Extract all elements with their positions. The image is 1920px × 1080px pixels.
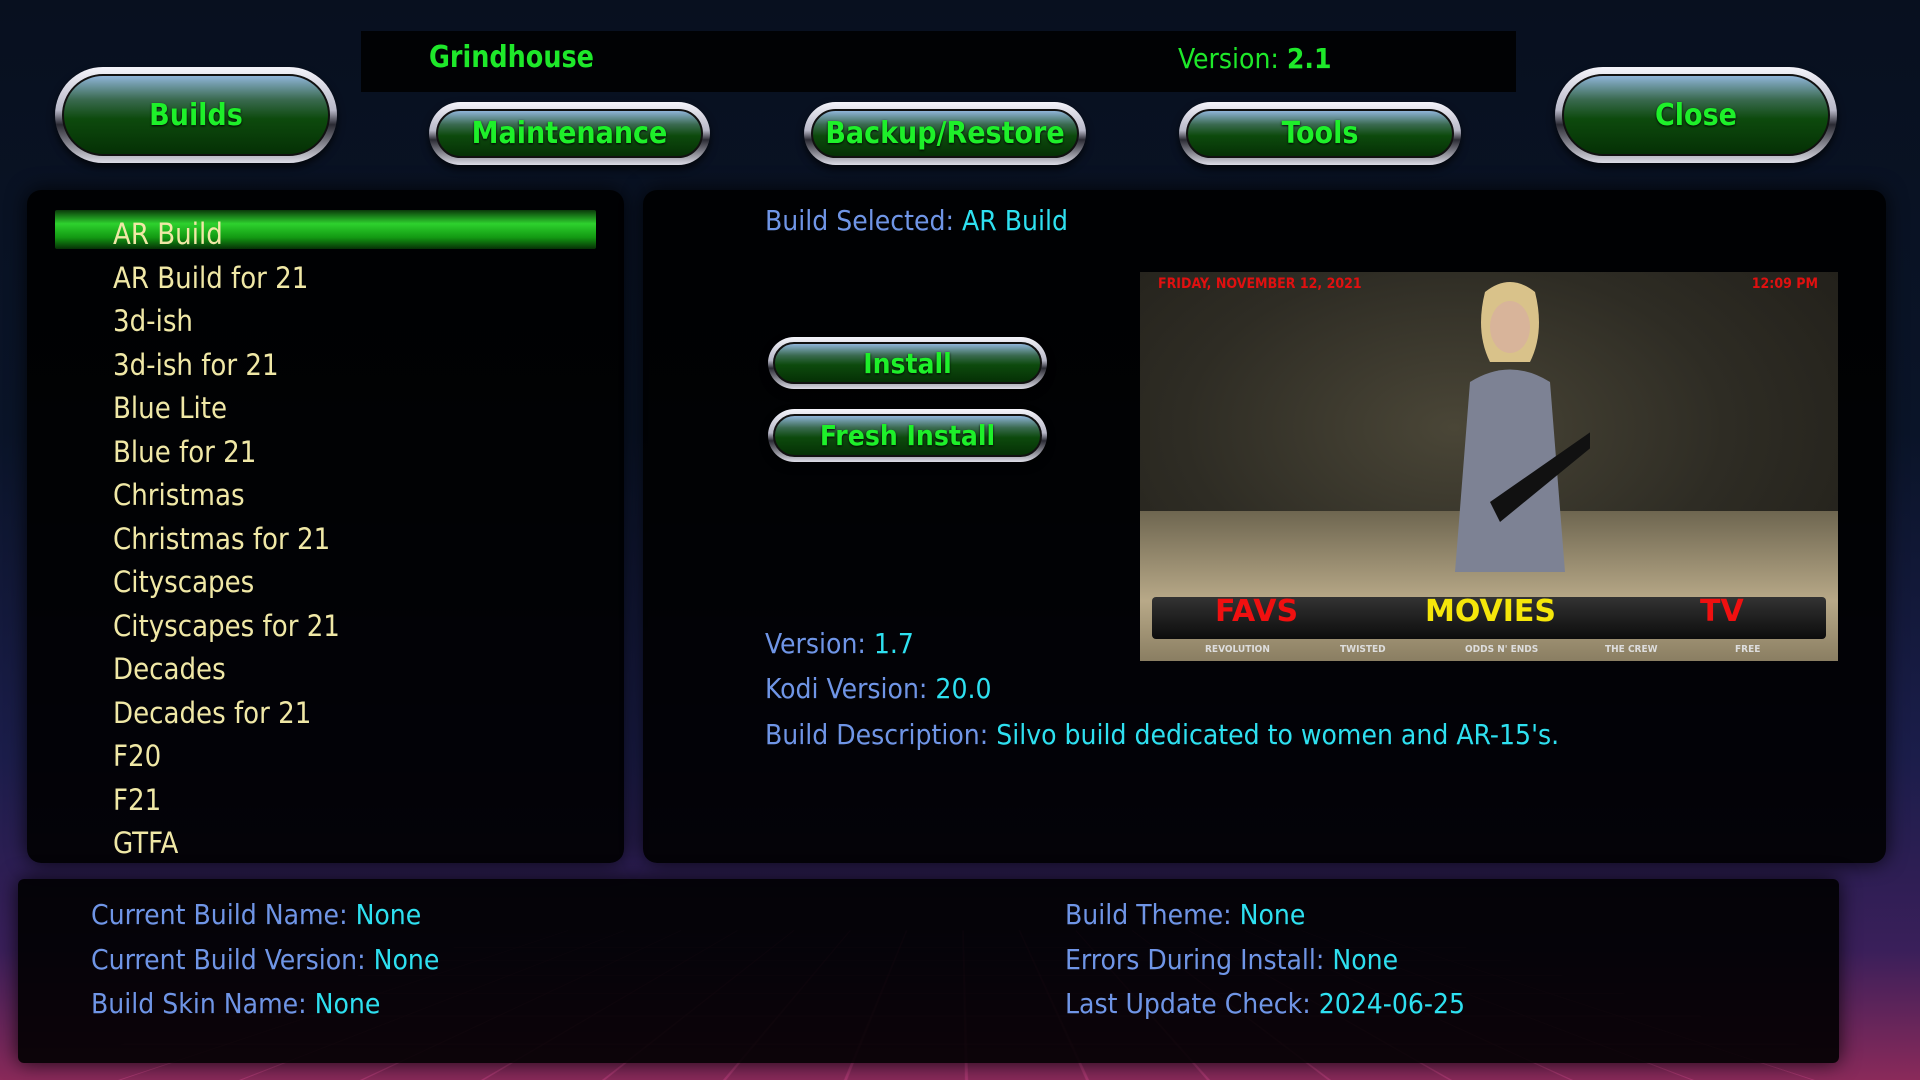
preview-menu-tv: TV bbox=[1700, 594, 1744, 629]
build-list-item[interactable]: Christmas for 21 bbox=[113, 517, 330, 561]
errors-during-install: Errors During Install: None bbox=[1065, 943, 1399, 976]
build-list-item[interactable]: 3d-ish for 21 bbox=[113, 343, 279, 387]
build-list-item[interactable]: Cityscapes for 21 bbox=[113, 604, 340, 648]
preview-sub: THE CREW bbox=[1605, 644, 1658, 655]
preview-sub: TWISTED bbox=[1340, 644, 1386, 655]
build-list-item[interactable]: Blue Lite bbox=[113, 386, 227, 430]
preview-menu-favs: FAVS bbox=[1215, 594, 1299, 629]
build-list-item[interactable]: AR Build bbox=[113, 212, 223, 256]
last-update-check: Last Update Check: 2024-06-25 bbox=[1065, 987, 1466, 1020]
preview-sub: FREE bbox=[1735, 644, 1761, 655]
fresh-install-button[interactable]: Fresh Install bbox=[768, 409, 1047, 462]
maintenance-button[interactable]: Maintenance bbox=[429, 102, 710, 165]
current-build-name: Current Build Name: None bbox=[91, 898, 422, 931]
build-description: Build Description: Silvo build dedicated… bbox=[765, 718, 1560, 751]
build-list-item[interactable]: F21 bbox=[113, 778, 161, 822]
build-list-item[interactable]: Decades for 21 bbox=[113, 691, 311, 735]
close-button[interactable]: Close bbox=[1555, 67, 1837, 163]
kodi-version: Kodi Version: 20.0 bbox=[765, 672, 992, 705]
tools-button[interactable]: Tools bbox=[1179, 102, 1461, 165]
preview-time: 12:09 PM bbox=[1751, 276, 1818, 292]
build-list-item[interactable]: Decades bbox=[113, 647, 226, 691]
preview-sub: ODDS N' ENDS bbox=[1465, 644, 1539, 655]
preview-sub: REVOLUTION bbox=[1205, 644, 1270, 655]
preview-date: FRIDAY, NOVEMBER 12, 2021 bbox=[1158, 276, 1362, 292]
build-list-item[interactable]: AR Build for 21 bbox=[113, 256, 308, 300]
build-list-item[interactable]: Blue for 21 bbox=[113, 430, 256, 474]
addon-version: Version: 2.1 bbox=[1178, 42, 1332, 75]
build-selected: Build Selected: AR Build bbox=[765, 204, 1068, 237]
build-list-item[interactable]: GTFA bbox=[113, 821, 178, 865]
builds-button[interactable]: Builds bbox=[55, 67, 337, 163]
build-list-item[interactable]: F20 bbox=[113, 734, 161, 778]
install-button[interactable]: Install bbox=[768, 337, 1047, 389]
build-preview-image: FRIDAY, NOVEMBER 12, 2021 12:09 PM FAVS … bbox=[1140, 272, 1838, 661]
backup-restore-button[interactable]: Backup/Restore bbox=[804, 102, 1086, 165]
build-list-item[interactable]: 3d-ish bbox=[113, 299, 193, 343]
preview-figure bbox=[1455, 282, 1590, 572]
current-build-version: Current Build Version: None bbox=[91, 943, 440, 976]
build-list-item[interactable]: Christmas bbox=[113, 473, 245, 517]
preview-menu-movies: MOVIES bbox=[1425, 594, 1557, 629]
build-theme: Build Theme: None bbox=[1065, 898, 1306, 931]
build-skin-name: Build Skin Name: None bbox=[91, 987, 381, 1020]
addon-title: Grindhouse bbox=[429, 40, 594, 75]
build-list-item[interactable]: Cityscapes bbox=[113, 560, 254, 604]
build-version: Version: 1.7 bbox=[765, 627, 914, 660]
